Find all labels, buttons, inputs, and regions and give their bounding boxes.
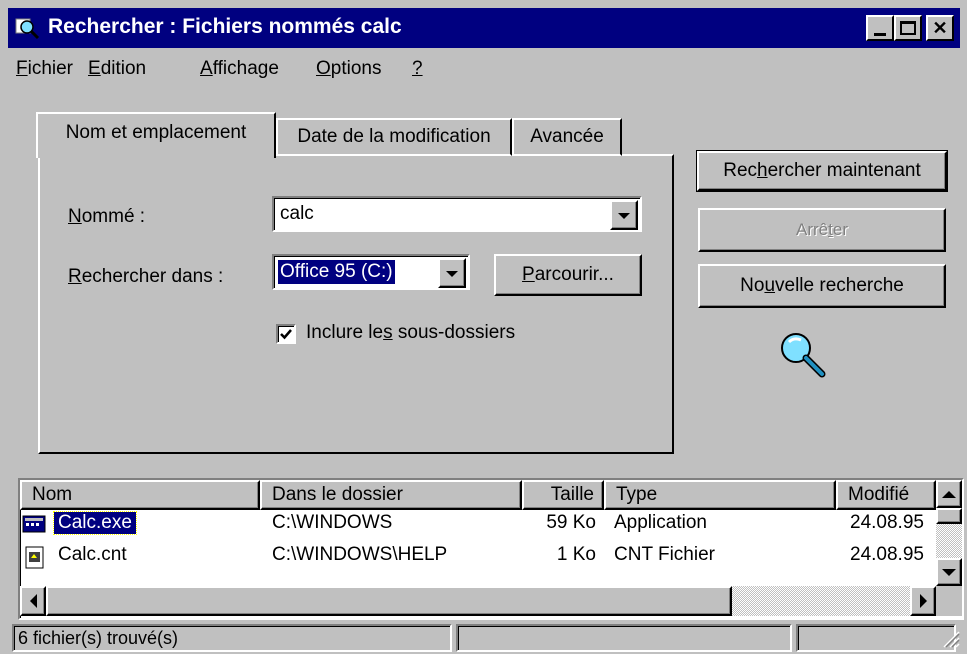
status-bar: 6 fichier(s) trouvé(s) bbox=[8, 620, 960, 654]
lookin-combobox[interactable]: Office 95 (C:) bbox=[272, 254, 470, 290]
subfolders-label[interactable]: Inclure les sous-dossiers bbox=[306, 322, 515, 344]
column-header-modifie[interactable]: Modifié bbox=[836, 480, 936, 510]
tab-nom-emplacement[interactable]: Nom et emplacement bbox=[36, 112, 276, 158]
arrow-down-icon bbox=[942, 568, 956, 576]
row-name: Calc.exe bbox=[53, 511, 137, 535]
column-header-dossier[interactable]: Dans le dossier bbox=[260, 480, 522, 510]
tab-label: Nom et emplacement bbox=[65, 122, 247, 143]
tab-avancee[interactable]: Avancée bbox=[512, 118, 622, 156]
menu-help[interactable]: ? bbox=[412, 58, 423, 80]
close-button[interactable]: ✕ bbox=[926, 15, 954, 41]
row-size: 59 Ko bbox=[546, 512, 596, 533]
scroll-corner bbox=[936, 586, 962, 616]
minimize-icon bbox=[874, 32, 886, 36]
table-row[interactable]: Calc.exe C:\WINDOWS 59 Ko Application 24… bbox=[20, 510, 936, 540]
calculator-exe-icon bbox=[22, 514, 46, 536]
cnt-file-icon bbox=[24, 546, 46, 570]
menu-edition[interactable]: Edition bbox=[88, 58, 146, 80]
vertical-scrollbar[interactable] bbox=[936, 480, 962, 588]
arrow-up-icon bbox=[942, 490, 956, 498]
subfolders-checkbox[interactable] bbox=[276, 324, 296, 344]
arrow-right-icon bbox=[919, 594, 927, 608]
menu-affichage[interactable]: Affichage bbox=[200, 58, 279, 80]
column-header-nom[interactable]: Nom bbox=[20, 480, 260, 510]
menu-fichier[interactable]: Fichier bbox=[16, 58, 73, 80]
scroll-up-button[interactable] bbox=[936, 480, 962, 508]
row-folder: C:\WINDOWS\HELP bbox=[272, 544, 448, 565]
menu-bar: Fichier Edition Affichage Options ? bbox=[8, 54, 960, 84]
minimize-button[interactable] bbox=[866, 15, 894, 41]
menu-options[interactable]: Options bbox=[316, 58, 381, 80]
maximize-button[interactable] bbox=[894, 15, 922, 41]
tab-label: Date de la modification bbox=[297, 126, 491, 147]
column-header-taille[interactable]: Taille bbox=[522, 480, 604, 510]
tab-date-modification[interactable]: Date de la modification bbox=[276, 118, 512, 156]
maximize-icon bbox=[900, 21, 916, 35]
browse-button[interactable]: Parcourir... bbox=[494, 254, 642, 296]
results-list[interactable]: Nom Dans le dossier Taille Type Modifié … bbox=[18, 478, 964, 620]
row-name: Calc.cnt bbox=[58, 544, 127, 565]
hscroll-thumb[interactable] bbox=[46, 586, 732, 616]
row-modified: 24.08.95 bbox=[850, 544, 924, 565]
status-panel-3 bbox=[796, 624, 956, 652]
status-panel-2 bbox=[456, 624, 792, 652]
row-type: Application bbox=[614, 512, 707, 533]
lookin-dropdown-button[interactable] bbox=[438, 258, 466, 288]
row-modified: 24.08.95 bbox=[850, 512, 924, 533]
stop-button[interactable]: Arrêter bbox=[698, 208, 946, 252]
named-input-value[interactable]: calc bbox=[280, 203, 314, 225]
column-header-type[interactable]: Type bbox=[604, 480, 836, 510]
lookin-label: Rechercher dans : bbox=[68, 266, 224, 287]
arrow-left-icon bbox=[29, 594, 37, 608]
checkmark-icon bbox=[280, 329, 292, 340]
new-search-button[interactable]: Nouvelle recherche bbox=[698, 264, 946, 308]
tab-label: Avancée bbox=[530, 126, 604, 147]
scroll-down-button[interactable] bbox=[936, 558, 962, 586]
lookin-value[interactable]: Office 95 (C:) bbox=[277, 259, 396, 285]
scroll-left-button[interactable] bbox=[20, 586, 46, 616]
named-combobox[interactable]: calc bbox=[272, 196, 642, 232]
find-now-button[interactable]: Rechercher maintenant bbox=[696, 150, 948, 192]
scroll-thumb[interactable] bbox=[936, 508, 962, 524]
status-count: 6 fichier(s) trouvé(s) bbox=[12, 624, 452, 652]
row-type: CNT Fichier bbox=[614, 544, 715, 565]
named-dropdown-button[interactable] bbox=[610, 200, 638, 230]
title-bar[interactable]: Rechercher : Fichiers nommés calc ✕ bbox=[8, 8, 960, 48]
close-icon: ✕ bbox=[932, 18, 948, 38]
resize-grip-icon[interactable] bbox=[940, 628, 960, 648]
window-title: Rechercher : Fichiers nommés calc bbox=[48, 15, 402, 38]
horizontal-scrollbar[interactable] bbox=[20, 586, 962, 616]
magnifier-icon bbox=[776, 330, 832, 378]
table-row[interactable]: Calc.cnt C:\WINDOWS\HELP 1 Ko CNT Fichie… bbox=[20, 544, 936, 574]
named-label: Nommé : bbox=[68, 206, 146, 227]
scroll-right-button[interactable] bbox=[910, 586, 936, 616]
row-folder: C:\WINDOWS bbox=[272, 512, 393, 533]
search-app-icon bbox=[14, 15, 40, 41]
row-size: 1 Ko bbox=[556, 544, 596, 565]
